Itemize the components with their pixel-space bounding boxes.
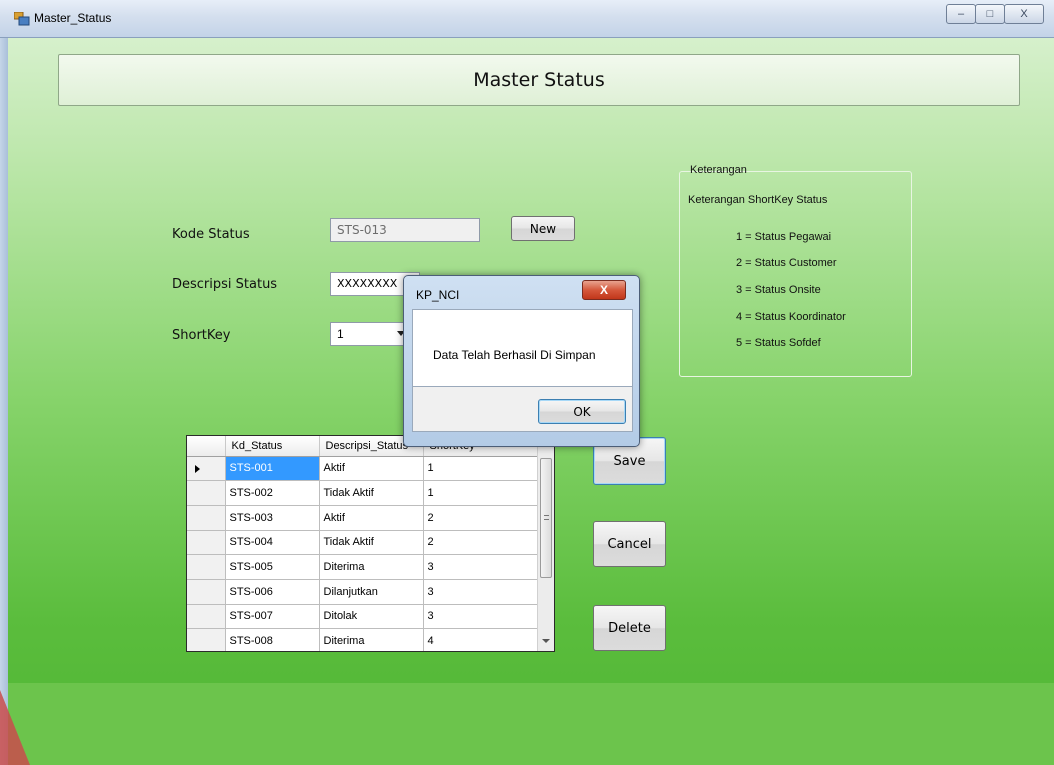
keterangan-item: 3 = Status Onsite — [736, 284, 821, 296]
corner-decoration — [0, 690, 30, 765]
ok-button-label: OK — [573, 404, 591, 419]
row-header[interactable] — [187, 480, 226, 506]
new-button-label: New — [529, 221, 557, 236]
cell-descripsi-status[interactable]: Ditolak — [319, 604, 424, 630]
cell-kd-status[interactable]: STS-008 — [225, 628, 320, 651]
shortkey-value: 1 — [337, 327, 344, 341]
minimize-button[interactable]: – — [946, 4, 976, 24]
delete-button[interactable]: Delete — [593, 605, 666, 651]
descripsi-status-label: Descripsi Status — [172, 277, 278, 292]
ok-button[interactable]: OK — [538, 399, 626, 424]
row-header[interactable] — [187, 628, 226, 651]
cell-descripsi-status[interactable]: Diterima — [319, 628, 424, 651]
grid-table: Kd_Status Descripsi_Status ShortKey STS-… — [187, 436, 538, 651]
status-data-grid[interactable]: Kd_Status Descripsi_Status ShortKey STS-… — [186, 435, 555, 652]
current-row-arrow-icon — [195, 464, 200, 473]
maximize-icon: □ — [986, 8, 994, 20]
cell-shortkey[interactable]: 3 — [423, 554, 538, 580]
table-row[interactable]: STS-006 Dilanjutkan 3 — [187, 579, 538, 605]
cancel-button-label: Cancel — [607, 536, 652, 552]
close-icon: X — [599, 283, 608, 297]
app-form-icon — [14, 12, 30, 26]
keterangan-item: 4 = Status Koordinator — [736, 311, 846, 323]
scrollbar-thumb[interactable] — [540, 458, 552, 578]
close-button[interactable]: X — [1004, 4, 1044, 24]
cell-shortkey[interactable]: 1 — [423, 456, 538, 482]
table-row[interactable]: STS-001 Aktif 1 — [187, 456, 538, 482]
cell-descripsi-status[interactable]: Aktif — [319, 505, 424, 531]
row-header[interactable] — [187, 505, 226, 531]
keterangan-item: 5 = Status Sofdef — [736, 337, 821, 349]
cell-kd-status[interactable]: STS-002 — [225, 480, 320, 506]
cancel-button[interactable]: Cancel — [593, 521, 666, 567]
message-dialog[interactable]: KP_NCI X Data Telah Berhasil Di Simpan O… — [403, 275, 640, 447]
window-title: Master_Status — [34, 11, 112, 25]
dialog-body: Data Telah Berhasil Di Simpan — [412, 309, 633, 387]
cell-shortkey[interactable]: 3 — [423, 604, 538, 630]
dialog-message: Data Telah Berhasil Di Simpan — [433, 348, 596, 362]
page-title-panel: Master Status — [58, 54, 1020, 106]
cell-shortkey[interactable]: 2 — [423, 530, 538, 556]
grid-vertical-scrollbar[interactable] — [537, 436, 554, 651]
cell-shortkey[interactable]: 4 — [423, 628, 538, 651]
form-footer-band — [8, 683, 1054, 765]
row-header[interactable] — [187, 456, 226, 482]
keterangan-item: 2 = Status Customer — [736, 257, 837, 269]
cell-kd-status[interactable]: STS-005 — [225, 554, 320, 580]
row-header[interactable] — [187, 579, 226, 605]
keterangan-item: 1 = Status Pegawai — [736, 231, 832, 243]
cell-kd-status[interactable]: STS-007 — [225, 604, 320, 630]
cell-descripsi-status[interactable]: Tidak Aktif — [319, 480, 424, 506]
kode-status-field[interactable]: STS-013 — [330, 218, 480, 242]
shortkey-dropdown[interactable]: 1 — [330, 322, 410, 346]
cell-descripsi-status[interactable]: Diterima — [319, 554, 424, 580]
column-header-kd-status[interactable]: Kd_Status — [225, 436, 320, 457]
save-button-label: Save — [613, 453, 646, 469]
keterangan-group-title: Keterangan — [690, 164, 747, 176]
table-row[interactable]: STS-002 Tidak Aktif 1 — [187, 480, 538, 506]
cell-descripsi-status[interactable]: Aktif — [319, 456, 424, 482]
keterangan-subtitle: Keterangan ShortKey Status — [688, 194, 828, 206]
row-header[interactable] — [187, 554, 226, 580]
cell-kd-status[interactable]: STS-003 — [225, 505, 320, 531]
grip-icon — [544, 515, 549, 520]
dialog-title: KP_NCI — [416, 288, 460, 302]
table-row[interactable]: STS-005 Diterima 3 — [187, 554, 538, 580]
maximize-button[interactable]: □ — [975, 4, 1005, 24]
grid-body: Kd_Status Descripsi_Status ShortKey STS-… — [187, 436, 538, 651]
minimize-icon: – — [957, 8, 965, 20]
cell-kd-status[interactable]: STS-004 — [225, 530, 320, 556]
grid-corner-header — [187, 436, 226, 457]
new-button[interactable]: New — [511, 216, 575, 241]
window-controls: – □ X — [946, 4, 1044, 24]
cell-kd-status[interactable]: STS-001 — [225, 456, 320, 482]
dialog-footer: OK — [412, 387, 633, 432]
window-titlebar[interactable]: Master_Status – □ X — [0, 0, 1054, 38]
cell-shortkey[interactable]: 2 — [423, 505, 538, 531]
row-header[interactable] — [187, 530, 226, 556]
cell-shortkey[interactable]: 3 — [423, 579, 538, 605]
shortkey-label: ShortKey — [172, 328, 231, 343]
close-icon: X — [1020, 8, 1028, 20]
dialog-close-button[interactable]: X — [582, 280, 626, 300]
row-header[interactable] — [187, 604, 226, 630]
scroll-down-arrow-icon[interactable] — [542, 639, 550, 643]
cell-descripsi-status[interactable]: Tidak Aktif — [319, 530, 424, 556]
cell-descripsi-status[interactable]: Dilanjutkan — [319, 579, 424, 605]
delete-button-label: Delete — [608, 620, 651, 636]
window-left-border — [0, 38, 8, 765]
kode-status-label: Kode Status — [172, 227, 250, 242]
page-title: Master Status — [473, 69, 605, 91]
table-row[interactable]: STS-008 Diterima 4 — [187, 628, 538, 651]
cell-shortkey[interactable]: 1 — [423, 480, 538, 506]
table-row[interactable]: STS-003 Aktif 2 — [187, 505, 538, 531]
table-row[interactable]: STS-004 Tidak Aktif 2 — [187, 530, 538, 556]
cell-kd-status[interactable]: STS-006 — [225, 579, 320, 605]
table-row[interactable]: STS-007 Ditolak 3 — [187, 604, 538, 630]
